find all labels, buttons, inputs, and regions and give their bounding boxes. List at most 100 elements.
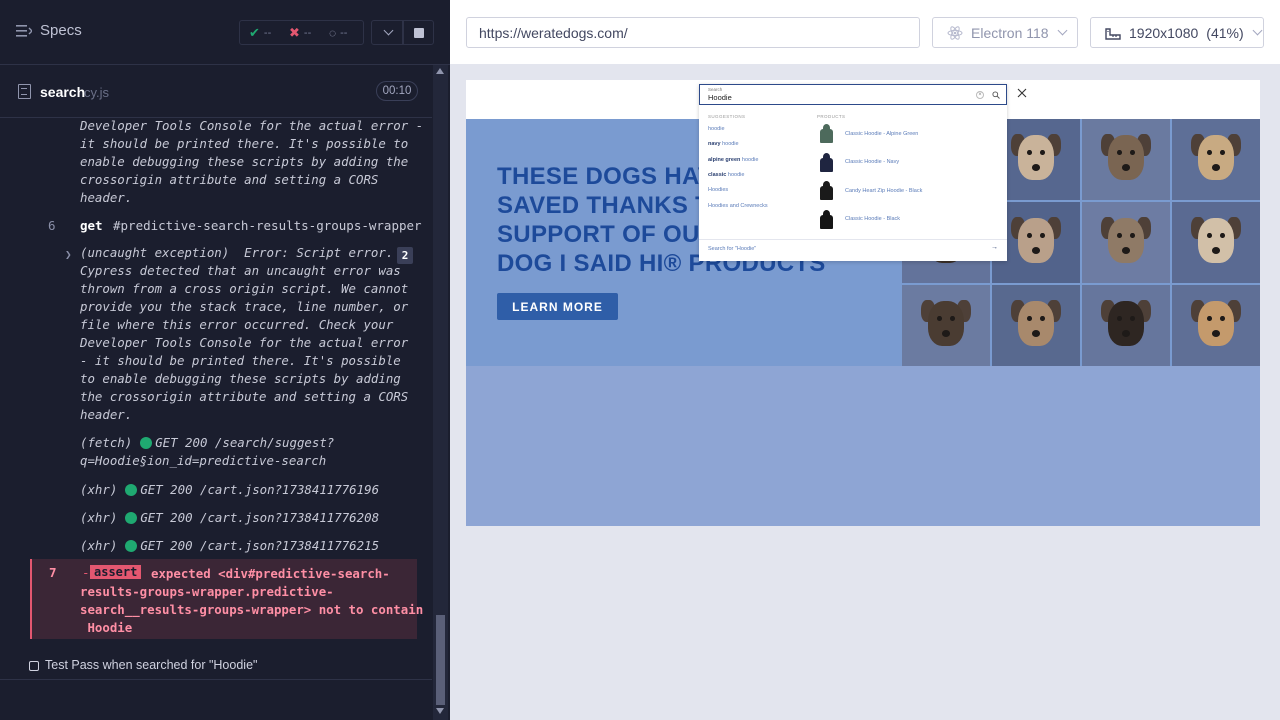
scroll-thumb[interactable] bbox=[436, 615, 445, 705]
check-icon: ✔ bbox=[249, 24, 260, 40]
assertion-line: search__results-groups-wrapper> not to c… bbox=[80, 602, 424, 617]
test-stats: ✔ -- ✖ -- ◌ -- bbox=[239, 20, 364, 45]
assertion-line: results-groups-wrapper.predictive- bbox=[80, 584, 334, 599]
viewport-info[interactable]: 1920x1080 (41%) bbox=[1090, 17, 1264, 48]
url-field[interactable]: https://weratedogs.com/ bbox=[466, 17, 920, 48]
request-log-continuation: q=Hoodie§ion_id=predictive-search bbox=[80, 453, 326, 468]
failed-assertion-row[interactable]: 7 - assert expected <div#predictive-sear… bbox=[30, 559, 424, 639]
dog-photo bbox=[1172, 285, 1260, 366]
command-number: 7 bbox=[49, 565, 57, 580]
request-type: (fetch) bbox=[80, 435, 133, 450]
electron-icon bbox=[947, 25, 963, 40]
suggestion-item[interactable]: navy hoodie bbox=[708, 141, 739, 147]
failed-count: -- bbox=[303, 26, 312, 39]
suggestion-item[interactable]: alpine green hoodie bbox=[708, 157, 758, 163]
command-number: 6 bbox=[48, 218, 56, 233]
hoodie-thumbnail bbox=[817, 152, 836, 172]
product-item[interactable]: Classic Hoodie - Navy bbox=[817, 152, 900, 172]
website-frame: THESE DOGS HAV SAVED THANKS T SUPPORT OF… bbox=[466, 80, 1260, 526]
checkbox-icon bbox=[29, 661, 39, 671]
search-icon[interactable] bbox=[992, 91, 1000, 99]
caret-right-icon[interactable]: ❯ bbox=[65, 248, 72, 261]
product-item[interactable]: Classic Hoodie - Black bbox=[817, 209, 901, 229]
search-for-link[interactable]: Search for "Hoodie" bbox=[708, 246, 756, 252]
learn-more-button[interactable]: LEARN MORE bbox=[497, 293, 618, 320]
spec-header: search cy.js 00:10 bbox=[0, 66, 432, 118]
arrow-right-icon[interactable]: → bbox=[991, 244, 998, 251]
product-item[interactable]: Classic Hoodie - Alpine Green bbox=[817, 124, 918, 143]
command-message[interactable]: #predictive-search-results-groups-wrappe… bbox=[113, 218, 422, 233]
status-dot-icon bbox=[125, 511, 138, 524]
chevron-down-icon bbox=[383, 25, 393, 36]
predictive-search-popup: Search Hoodie × SUGGESTIONS PRODUCTS hoo… bbox=[699, 84, 1007, 261]
suggestion-item[interactable]: classic hoodie bbox=[708, 172, 744, 178]
chevron-down-icon bbox=[1057, 25, 1068, 36]
dog-photo bbox=[1172, 119, 1260, 200]
product-item[interactable]: Candy Heart Zip Hoodie - Black bbox=[817, 181, 922, 200]
reporter-scrollbar[interactable] bbox=[433, 65, 448, 720]
request-text-continued: q=Hoodie§ion_id=predictive-search bbox=[80, 453, 327, 468]
event-count-badge: 2 bbox=[397, 247, 413, 264]
dog-photo bbox=[902, 285, 990, 366]
stop-button[interactable] bbox=[403, 20, 434, 45]
list-icon bbox=[16, 24, 32, 37]
request-log-row[interactable]: (fetch) GET 200 /search/suggest? bbox=[80, 435, 334, 450]
browser-name: Electron 118 bbox=[971, 24, 1049, 41]
viewport-size: 1920x1080 bbox=[1129, 24, 1199, 41]
spec-duration: 00:10 bbox=[376, 81, 418, 101]
ruler-icon bbox=[1105, 27, 1121, 40]
clear-search-icon[interactable]: × bbox=[976, 91, 984, 99]
dog-photo bbox=[1082, 119, 1170, 200]
aut-header: https://weratedogs.com/ Electron 118 192… bbox=[450, 0, 1280, 64]
command-log: Developer Tools Console for the actual e… bbox=[0, 119, 432, 649]
request-log-row[interactable]: (xhr) GET 200 /cart.json?1738411776196 bbox=[80, 482, 379, 497]
spinner-icon: ◌ bbox=[329, 25, 337, 40]
specs-button[interactable]: Specs bbox=[16, 22, 82, 39]
dog-photo bbox=[1082, 285, 1170, 366]
dog-photo bbox=[1172, 202, 1260, 283]
request-text: GET 200 /cart.json?1738411776208 bbox=[140, 510, 380, 525]
products-heading: PRODUCTS bbox=[817, 114, 846, 119]
uncaught-exception-text[interactable]: (uncaught exception) Error: Script error… bbox=[80, 244, 410, 424]
options-dropdown-button[interactable] bbox=[371, 20, 403, 45]
suggestion-item[interactable]: hoodie bbox=[708, 126, 725, 132]
browser-selector[interactable]: Electron 118 bbox=[932, 17, 1078, 48]
dog-photo bbox=[992, 285, 1080, 366]
spec-extension: cy.js bbox=[84, 85, 110, 100]
assertion-message: expected <div#predictive-search-results-… bbox=[80, 565, 424, 637]
request-type: (xhr) bbox=[80, 482, 118, 497]
status-dot-icon bbox=[125, 483, 138, 496]
product-name: Candy Heart Zip Hoodie - Black bbox=[845, 187, 923, 194]
product-name: Classic Hoodie - Black bbox=[845, 216, 901, 222]
cypress-reporter: Specs ✔ -- ✖ -- ◌ -- search cy.js 00:10 … bbox=[0, 0, 450, 720]
test-row[interactable]: Test Pass when searched for "Hoodie" bbox=[0, 650, 432, 680]
search-input[interactable]: Search Hoodie × bbox=[699, 84, 1007, 105]
request-text: GET 200 /search/suggest? bbox=[155, 435, 335, 450]
product-name: Classic Hoodie - Navy bbox=[845, 159, 900, 165]
pending-count: -- bbox=[340, 26, 348, 39]
previous-error-text: Developer Tools Console for the actual e… bbox=[80, 119, 424, 205]
divider bbox=[699, 239, 1007, 240]
request-log-row[interactable]: (xhr) GET 200 /cart.json?1738411776208 bbox=[80, 510, 379, 525]
scroll-down-icon[interactable] bbox=[436, 708, 444, 714]
product-name: Classic Hoodie - Alpine Green bbox=[845, 130, 919, 137]
suggestion-item[interactable]: Hoodies and Crewnecks bbox=[708, 203, 768, 209]
suggestions-heading: SUGGESTIONS bbox=[708, 114, 746, 119]
hoodie-thumbnail bbox=[817, 181, 836, 200]
status-dot-icon bbox=[140, 436, 153, 449]
dog-photo bbox=[1082, 202, 1170, 283]
assertion-line: Hoodie bbox=[80, 620, 133, 635]
close-icon[interactable] bbox=[1017, 88, 1027, 98]
passed-stat: ✔ -- bbox=[240, 25, 280, 41]
suggestion-item[interactable]: Hoodies bbox=[708, 187, 728, 193]
hoodie-thumbnail bbox=[817, 209, 836, 229]
spec-name[interactable]: search bbox=[40, 84, 85, 100]
request-log-row[interactable]: (xhr) GET 200 /cart.json?1738411776215 bbox=[80, 538, 379, 553]
search-value: Hoodie bbox=[708, 93, 732, 102]
status-dot-icon bbox=[125, 539, 138, 552]
file-icon bbox=[18, 84, 31, 99]
scroll-up-icon[interactable] bbox=[436, 68, 444, 74]
command-name[interactable]: get bbox=[80, 218, 103, 233]
app-under-test-panel: https://weratedogs.com/ Electron 118 192… bbox=[450, 0, 1280, 720]
search-floating-label: Search bbox=[708, 87, 723, 92]
